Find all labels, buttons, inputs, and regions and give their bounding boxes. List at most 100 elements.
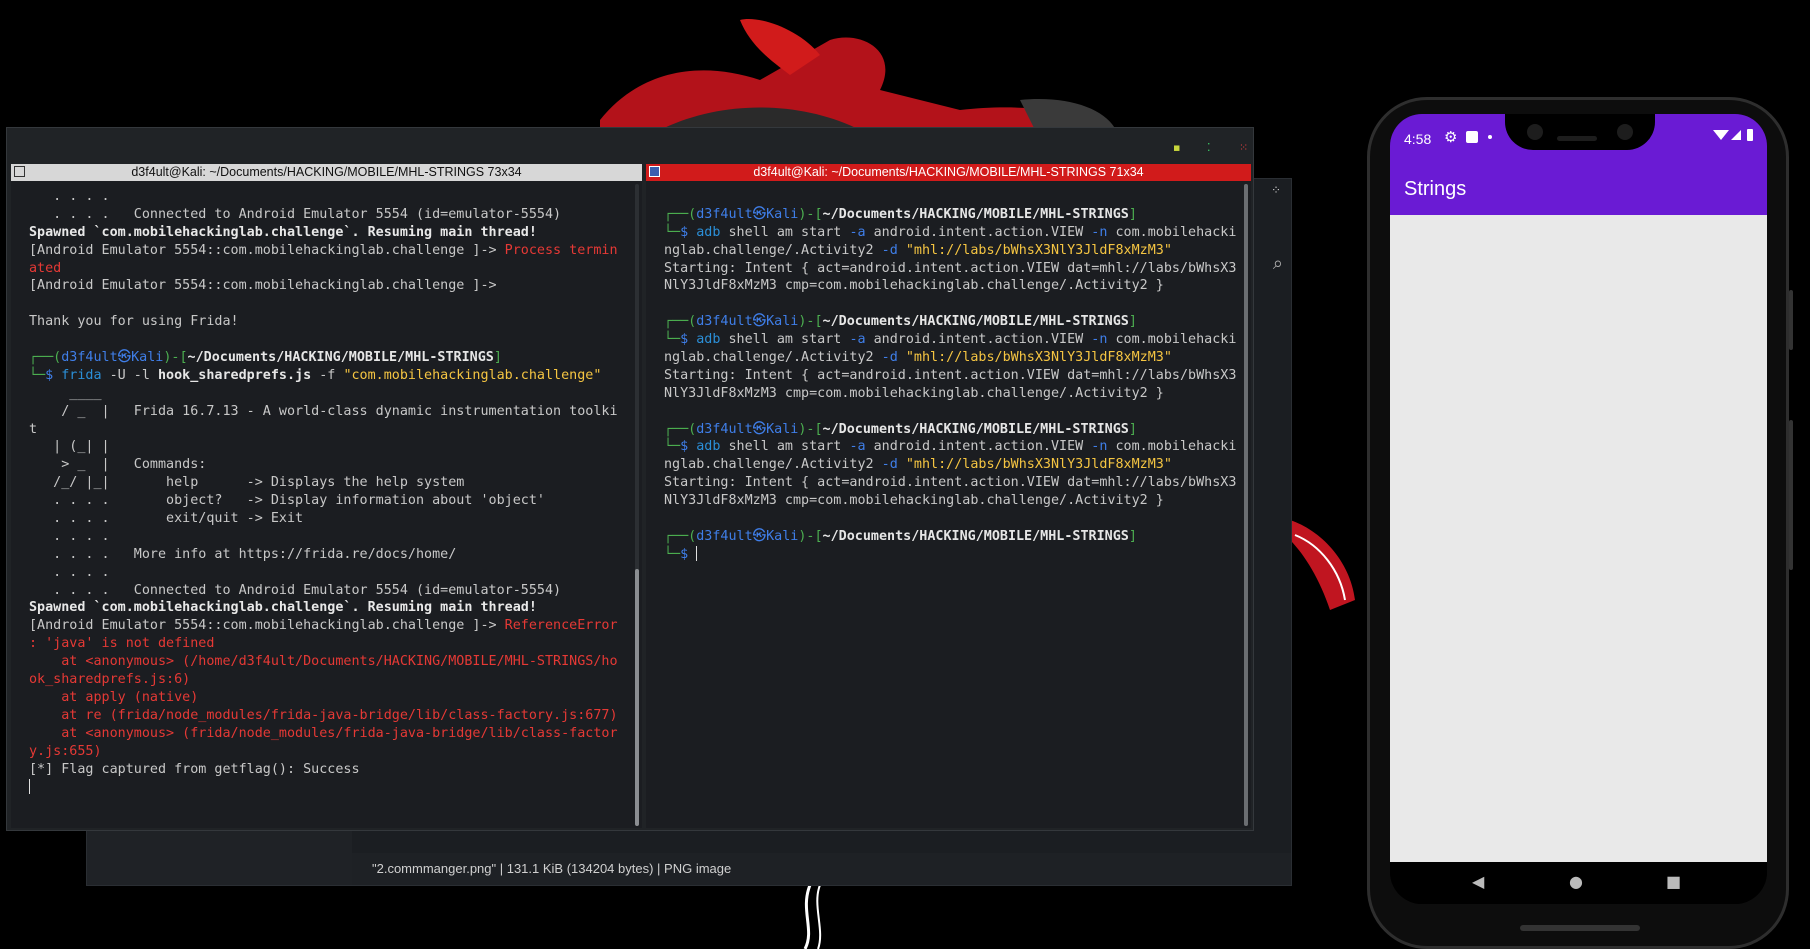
pane-split-icon[interactable] — [649, 166, 660, 177]
status-time: 4:58 — [1404, 131, 1432, 147]
terminal-line: at apply (native) — [29, 689, 630, 707]
terminal-text: Spawned `com.mobilehackinglab.challenge`… — [29, 600, 537, 616]
terminal-text: [Android Emulator 5554::com.mobilehackin… — [29, 278, 497, 294]
terminal-line: . . . . — [29, 564, 630, 582]
terminal-text: Starting: Intent { act=android.intent.ac… — [664, 475, 1237, 491]
terminal-text: $ — [680, 546, 697, 562]
terminal-line: nglab.challenge/.Activity2 -d "mhl://lab… — [664, 456, 1239, 474]
maximize-icon[interactable]: ⁚ — [1207, 142, 1211, 153]
power-button[interactable] — [1789, 290, 1793, 350]
square-icon — [1466, 131, 1478, 143]
signal-icon — [1731, 130, 1741, 140]
close-icon[interactable]: ⁙ — [1239, 142, 1248, 153]
search-icon[interactable]: ⌕ — [1273, 253, 1283, 274]
terminal-text: "com.mobilehackinglab.challenge" — [343, 367, 602, 383]
terminal-text: /_/ |_| help -> Displays the help system — [29, 475, 465, 491]
terminal-line: ok_sharedprefs.js:6) — [29, 671, 630, 689]
terminal-text: -n — [1091, 439, 1116, 455]
terminal-line: : 'java' is not defined — [29, 635, 630, 653]
terminal-text: shell am start — [728, 224, 850, 240]
terminal-text: shell am start — [728, 439, 850, 455]
terminal-text: . . . . — [29, 189, 110, 204]
terminal-text: ] — [1128, 528, 1137, 544]
scrollbar[interactable] — [1244, 184, 1248, 826]
terminal-text: $ — [680, 332, 697, 348]
volume-button[interactable] — [1789, 420, 1793, 570]
terminal-text: nglab.challenge/.Activity2 — [664, 457, 882, 473]
terminal-line: . . . . exit/quit -> Exit — [29, 510, 630, 528]
terminal-text: ~/Documents/HACKING/MOBILE/MHL-STRINGS — [822, 206, 1129, 222]
pane-title-left: d3f4ult@Kali: ~/Documents/HACKING/MOBILE… — [11, 164, 642, 181]
terminal-text: d3f4ult㉿Kali — [696, 206, 799, 222]
terminal-text: ┌──( — [664, 528, 697, 544]
terminal-line: . . . . More info at https://frida.re/do… — [29, 546, 630, 564]
terminal-text: nglab.challenge/.Activity2 — [664, 350, 882, 366]
terminal-text: Starting: Intent { act=android.intent.ac… — [664, 260, 1237, 276]
pane-split-icon[interactable] — [14, 166, 25, 177]
terminal-titlebar: ▪ ⁚ ⁙ — [7, 128, 1253, 164]
terminal-text: $ — [680, 439, 697, 455]
terminal-text: ┌──( — [29, 350, 62, 366]
terminal-text: d3f4ult㉿Kali — [696, 421, 799, 437]
terminal-line: / _ | Frida 16.7.13 - A world-class dyna… — [29, 403, 630, 421]
terminal-text: . . . . Connected to Android Emulator 55… — [29, 582, 562, 598]
terminal-output-left: . . . . . . . . Connected to Android Emu… — [29, 188, 630, 828]
terminal-text: ~/Documents/HACKING/MOBILE/MHL-STRINGS — [822, 421, 1129, 437]
terminal-line: Starting: Intent { act=android.intent.ac… — [664, 367, 1239, 385]
terminal-line: at re (frida/node_modules/frida-java-bri… — [29, 707, 630, 725]
terminal-text: ] — [1128, 206, 1137, 222]
terminal-text: NlY3JldF8xMzM3 cmp=com.mobilehackinglab.… — [664, 493, 1164, 509]
terminal-line: y.js:655) — [29, 743, 630, 761]
text-cursor — [696, 546, 698, 562]
terminal-line: > _ | Commands: — [29, 456, 630, 474]
terminal-text: └─ — [664, 546, 681, 562]
display-notch — [1505, 114, 1655, 150]
terminal-text: -a — [849, 224, 874, 240]
terminal-line: └─$ adb shell am start -a android.intent… — [664, 438, 1239, 456]
terminal-text: -n — [1091, 224, 1116, 240]
terminal-text: NlY3JldF8xMzM3 cmp=com.mobilehackinglab.… — [664, 278, 1164, 294]
terminal-line: ┌──(d3f4ult㉿Kali)-[~/Documents/HACKING/M… — [664, 421, 1239, 439]
camera-icon — [1527, 124, 1543, 140]
terminal-text: [Android Emulator 5554::com.mobilehackin… — [29, 242, 505, 258]
terminal-text: )-[ — [798, 421, 823, 437]
terminal-text: ] — [493, 350, 502, 366]
terminal-line: NlY3JldF8xMzM3 cmp=com.mobilehackinglab.… — [664, 492, 1239, 510]
terminal-text: ReferenceError — [504, 618, 618, 634]
terminal-line: nglab.challenge/.Activity2 -d "mhl://lab… — [664, 349, 1239, 367]
terminal-pane-left[interactable]: d3f4ult@Kali: ~/Documents/HACKING/MOBILE… — [11, 164, 642, 828]
terminal-line: [Android Emulator 5554::com.mobilehackin… — [29, 617, 630, 635]
terminal-text: └─ — [664, 224, 681, 240]
terminal-text: -a — [849, 439, 874, 455]
terminal-text: d3f4ult㉿Kali — [696, 528, 799, 544]
terminal-text: . . . . — [29, 564, 110, 580]
terminal-pane-right[interactable]: d3f4ult@Kali: ~/Documents/HACKING/MOBILE… — [646, 164, 1251, 828]
recents-button[interactable]: ■ — [1666, 872, 1681, 891]
minimize-icon[interactable]: ▪ — [1173, 142, 1180, 153]
terminal-text: at <anonymous> (/home/d3f4ult/Documents/… — [29, 654, 618, 670]
terminal-text: )-[ — [163, 350, 188, 366]
terminal-line: ┌──(d3f4ult㉿Kali)-[~/Documents/HACKING/M… — [29, 349, 630, 367]
terminal-text: com.mobilehacki — [1115, 224, 1237, 240]
terminal-text: adb — [696, 224, 729, 240]
back-button[interactable]: ◀ — [1472, 872, 1484, 891]
terminal-line: [Android Emulator 5554::com.mobilehackin… — [29, 277, 630, 295]
terminal-text: Starting: Intent { act=android.intent.ac… — [664, 367, 1237, 383]
terminal-line: └─$ — [664, 546, 1239, 564]
grid-icon[interactable]: ⁘ — [1271, 183, 1281, 197]
scrollbar[interactable] — [635, 184, 639, 826]
terminal-text: -d — [881, 457, 906, 473]
terminal-text: . . . . Connected to Android Emulator 55… — [29, 206, 562, 222]
home-button[interactable]: ● — [1569, 872, 1583, 891]
terminal-text: └─ — [29, 367, 46, 383]
terminal-line: . . . . object? -> Display information a… — [29, 492, 630, 510]
terminal-line: NlY3JldF8xMzM3 cmp=com.mobilehackinglab.… — [664, 277, 1239, 295]
terminal-text: $ — [45, 367, 62, 383]
terminal-line: Thank you for using Frida! — [29, 313, 630, 331]
earpiece-icon — [1557, 136, 1597, 141]
app-content[interactable] — [1390, 215, 1767, 862]
terminal-line: Starting: Intent { act=android.intent.ac… — [664, 260, 1239, 278]
